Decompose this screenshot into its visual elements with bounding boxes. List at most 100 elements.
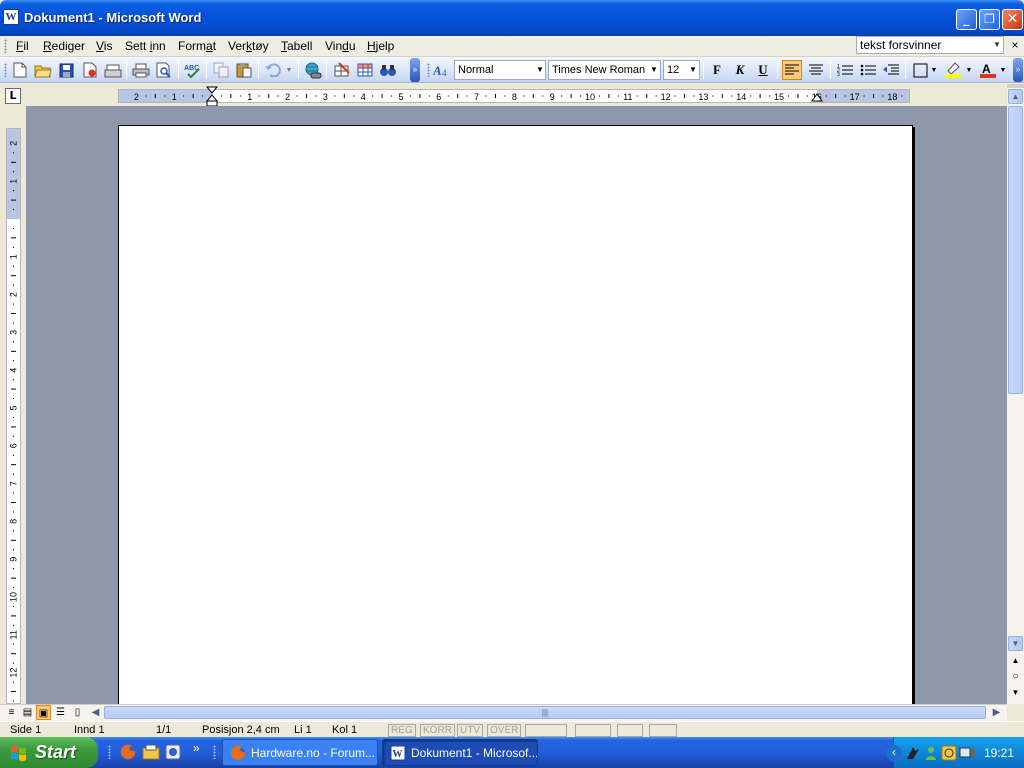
- save-disk-icon[interactable]: [56, 60, 76, 80]
- copy-icon[interactable]: [211, 60, 231, 80]
- firefox-quicklaunch-icon[interactable]: [118, 742, 138, 762]
- messenger-tray-icon[interactable]: [923, 745, 939, 761]
- document-close-button[interactable]: ×: [1008, 37, 1022, 53]
- font-select[interactable]: Times New Roman: [548, 60, 661, 80]
- spelling-check-icon[interactable]: ABC: [183, 60, 203, 80]
- status-mode-track[interactable]: KORR: [420, 724, 455, 737]
- status-mode-rec[interactable]: REG: [388, 724, 416, 737]
- align-left-icon[interactable]: [782, 60, 802, 80]
- title-bar[interactable]: W Dokument1 - Microsoft Word _ ❐ ✕: [0, 0, 1024, 36]
- maximize-button[interactable]: ❐: [979, 9, 1000, 30]
- status-mode-extend[interactable]: UTV: [457, 724, 483, 737]
- quicklaunch-grip[interactable]: [108, 745, 111, 759]
- menu-item-vis[interactable]: Vis: [92, 38, 116, 55]
- minimize-button[interactable]: _: [956, 9, 977, 30]
- status-language[interactable]: [525, 724, 567, 737]
- menu-item-sett-inn[interactable]: Sett inn: [121, 38, 170, 55]
- toolbar-overflow-button[interactable]: »: [410, 58, 420, 82]
- status-spelling[interactable]: [575, 724, 611, 737]
- menu-item-vindu[interactable]: Vindu: [321, 38, 360, 55]
- scroll-down-button[interactable]: ▼: [1008, 636, 1023, 651]
- menubar-grip[interactable]: [4, 39, 7, 53]
- font-size-dropdown-arrow[interactable]: ▼: [687, 61, 699, 79]
- quicklaunch-more-button[interactable]: »: [193, 741, 200, 755]
- scroll-left-button[interactable]: ◀: [88, 705, 103, 720]
- toolbar-grip[interactable]: [4, 63, 7, 77]
- status-macro[interactable]: [617, 724, 643, 737]
- browse-object-icon[interactable]: ○: [1008, 670, 1023, 685]
- next-page-icon[interactable]: ▼: [1008, 686, 1023, 701]
- close-button[interactable]: ✕: [1002, 9, 1023, 30]
- menu-item-verktøy[interactable]: Verktøy: [224, 38, 273, 55]
- task-button-word-document[interactable]: W Dokument1 - Microsof...: [382, 739, 538, 766]
- help-question-input[interactable]: tekst forsvinner: [856, 36, 1004, 54]
- previous-page-icon[interactable]: ▲: [1008, 654, 1023, 669]
- insert-table-icon[interactable]: [355, 60, 375, 80]
- vertical-scrollbar[interactable]: ▲ ▼ ▲ ○ ▼: [1007, 88, 1024, 704]
- word-app-icon[interactable]: W: [3, 9, 19, 25]
- normal-view-icon[interactable]: ≡: [4, 705, 19, 720]
- menu-item-tabell[interactable]: Tabell: [277, 38, 316, 55]
- tray-expand-button[interactable]: ‹: [886, 745, 902, 761]
- decrease-indent-icon[interactable]: [881, 60, 901, 80]
- undo-icon[interactable]: [263, 60, 283, 80]
- media-quicklaunch-icon[interactable]: [163, 742, 183, 762]
- highlight-dropdown-icon[interactable]: ▼: [964, 60, 974, 80]
- reading-layout-icon[interactable]: ▯: [70, 705, 85, 720]
- hyperlink-globe-icon[interactable]: [303, 60, 323, 80]
- horizontal-scroll-thumb[interactable]: |||: [104, 706, 986, 719]
- underline-button[interactable]: U: [753, 60, 773, 80]
- borders-icon[interactable]: [910, 60, 930, 80]
- font-color-icon[interactable]: A: [978, 60, 998, 80]
- open-folder-icon[interactable]: [33, 60, 53, 80]
- start-button[interactable]: Start: [0, 737, 98, 768]
- task-button-hardware-forum[interactable]: Hardware.no - Forum...: [222, 739, 378, 766]
- tab-selector-button[interactable]: L: [5, 88, 21, 104]
- network-tray-icon[interactable]: [905, 745, 921, 761]
- web-layout-icon[interactable]: ▤: [20, 705, 35, 720]
- help-dropdown-arrow[interactable]: ▼: [991, 37, 1003, 53]
- bullet-list-icon[interactable]: [858, 60, 878, 80]
- print-layout-icon[interactable]: ▣: [36, 705, 51, 720]
- scroll-up-button[interactable]: ▲: [1008, 89, 1023, 104]
- style-dropdown-arrow[interactable]: ▼: [534, 61, 546, 79]
- borders-dropdown-icon[interactable]: ▼: [929, 60, 939, 80]
- formatting-toolbar-grip[interactable]: [427, 63, 430, 77]
- menu-item-format[interactable]: Format: [174, 38, 220, 55]
- print-preview-icon[interactable]: [154, 60, 174, 80]
- tables-borders-icon[interactable]: [332, 60, 352, 80]
- document-area[interactable]: [26, 106, 1007, 704]
- right-indent-marker[interactable]: [811, 92, 823, 106]
- menu-item-fil[interactable]: Fil: [12, 38, 33, 55]
- scroll-right-button[interactable]: ▶: [989, 705, 1004, 720]
- align-center-icon[interactable]: [806, 60, 826, 80]
- highlight-icon[interactable]: [943, 60, 963, 80]
- font-dropdown-arrow[interactable]: ▼: [648, 61, 660, 79]
- outline-view-icon[interactable]: ☰: [53, 705, 68, 720]
- formatting-overflow-button[interactable]: »: [1013, 58, 1023, 82]
- tasks-grip[interactable]: [213, 745, 216, 759]
- styles-formatting-icon[interactable]: A4: [432, 60, 452, 80]
- italic-button[interactable]: K: [730, 60, 750, 80]
- vertical-scroll-thumb[interactable]: [1008, 106, 1023, 394]
- style-select[interactable]: Normal: [454, 60, 546, 80]
- clock-app-tray-icon[interactable]: [941, 745, 957, 761]
- new-document-icon[interactable]: [10, 60, 30, 80]
- find-binoculars-icon[interactable]: [378, 60, 398, 80]
- email-icon[interactable]: [103, 60, 123, 80]
- permission-icon[interactable]: [80, 60, 100, 80]
- numbered-list-icon[interactable]: 123: [835, 60, 855, 80]
- horizontal-ruler[interactable]: 21123456789101112131415161718: [118, 89, 910, 103]
- bold-button[interactable]: F: [707, 60, 727, 80]
- paste-icon[interactable]: [234, 60, 254, 80]
- undo-dropdown-icon[interactable]: ▼: [283, 60, 295, 80]
- volume-tray-icon[interactable]: [959, 745, 975, 761]
- document-page[interactable]: [118, 125, 913, 704]
- status-mode-overtype[interactable]: OVER: [487, 724, 522, 737]
- menu-item-hjelp[interactable]: Hjelp: [363, 38, 398, 55]
- menu-item-rediger[interactable]: Rediger: [39, 38, 89, 55]
- show-desktop-icon[interactable]: [141, 742, 161, 762]
- print-icon[interactable]: [131, 60, 151, 80]
- status-misc[interactable]: [649, 724, 677, 737]
- vertical-ruler[interactable]: 2 1 1 2 3 4 5 6 7 8 9 10 11 12: [6, 128, 21, 704]
